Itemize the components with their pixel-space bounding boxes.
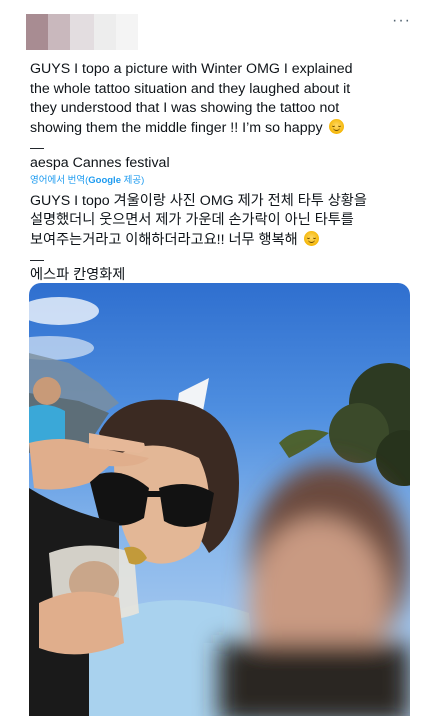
event-line: aespa Cannes festival xyxy=(30,155,170,171)
pixel-block xyxy=(116,14,138,50)
blurred-author-avatar[interactable] xyxy=(26,14,138,50)
text-line: showing them the middle finger !! I’m so… xyxy=(30,119,323,136)
divider-dash: — xyxy=(30,251,44,267)
translation-suffix: 제공) xyxy=(120,174,145,186)
text-line: GUYS I topo a picture with Winter OMG I … xyxy=(30,61,353,77)
text-line: 설명했더니 웃으면서 제가 가운데 손가락이 아닌 타투를 xyxy=(30,212,354,228)
pixel-block xyxy=(70,14,94,50)
tweet-card[interactable]: ··· GUYS I topo a picture with Winter OM… xyxy=(0,0,439,716)
text-line: the whole tattoo situation and they laug… xyxy=(30,80,351,97)
translation-prefix: 영어에서 번역( xyxy=(30,174,89,186)
google-logo-text: Google xyxy=(88,174,121,186)
tweet-photo[interactable] xyxy=(29,283,410,716)
tweet-text: GUYS I topo a picture with Winter OMG I … xyxy=(30,60,420,286)
tweet-text-ko: GUYS I topo 겨울이랑 사진 OMG 제가 전체 타투 상황을 설명했… xyxy=(30,192,420,251)
pixel-block xyxy=(26,14,48,50)
divider-dash: — xyxy=(30,139,44,155)
pixel-block xyxy=(48,14,70,50)
text-line: 보여주는거라고 이해하더라고요!! 너무 행복해 xyxy=(30,231,298,248)
pixel-block xyxy=(94,14,116,50)
tweet-text-en: GUYS I topo a picture with Winter OMG I … xyxy=(30,60,420,138)
more-options-icon[interactable]: ··· xyxy=(392,12,411,30)
selfie-photo-illustration xyxy=(29,297,410,716)
text-line: they understood that I was showing the t… xyxy=(30,100,340,116)
translation-note[interactable]: 영어에서 번역(Google 제공) xyxy=(30,175,420,186)
text-line: GUYS I topo 겨울이랑 사진 OMG 제가 전체 타투 상황을 xyxy=(30,192,367,209)
smiling-face-icon xyxy=(328,118,344,134)
smiling-face-icon xyxy=(303,230,319,246)
